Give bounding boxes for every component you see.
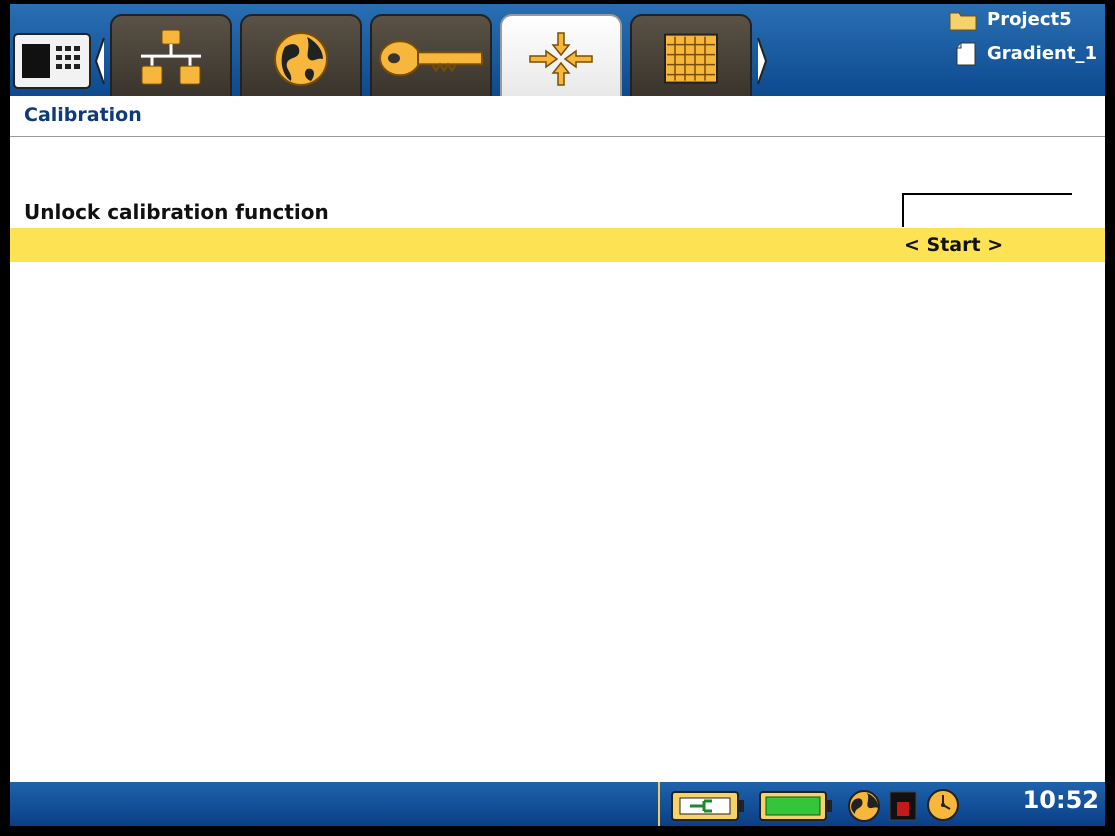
plug-battery-icon — [671, 791, 744, 821]
calibration-arrows-icon — [529, 32, 593, 86]
tab-key[interactable] — [370, 14, 492, 96]
battery-indicator[interactable] — [758, 788, 834, 826]
chevron-right-icon — [757, 37, 768, 85]
chevron-left-icon — [94, 37, 105, 85]
status-divider — [658, 782, 660, 826]
record-indicator[interactable] — [888, 788, 918, 826]
network-status-indicator[interactable] — [846, 788, 884, 826]
tab-table[interactable] — [630, 14, 752, 96]
top-bar: Project5 Gradient_1 — [10, 4, 1105, 96]
tab-globe[interactable] — [240, 14, 362, 96]
scroll-right-arrow[interactable] — [756, 32, 768, 90]
document-icon — [956, 42, 976, 66]
page-title: Calibration — [24, 104, 142, 126]
clock-time: 10:52 — [1022, 786, 1099, 814]
tab-calibration[interactable] — [500, 14, 622, 96]
status-bar: 10:52 — [10, 782, 1105, 826]
record-status-icon — [889, 791, 917, 821]
battery-icon — [759, 791, 832, 821]
project-info: Project5 Gradient_1 — [949, 6, 1097, 68]
file-name: Gradient_1 — [986, 43, 1097, 64]
power-plug-indicator[interactable] — [670, 788, 746, 826]
tab-network[interactable] — [110, 14, 232, 96]
file-row: Gradient_1 — [949, 40, 1097, 68]
network-icon — [141, 29, 201, 85]
clock-icon — [927, 789, 959, 821]
key-icon — [379, 40, 483, 77]
project-row: Project5 — [949, 6, 1097, 34]
grid-table-icon — [664, 33, 718, 84]
scroll-left-arrow[interactable] — [94, 32, 106, 90]
home-device-button[interactable] — [12, 32, 92, 90]
unlock-code-input[interactable] — [902, 193, 1072, 227]
project-name: Project5 — [987, 9, 1072, 30]
page-title-bar: Calibration — [10, 96, 1105, 137]
screen: Project5 Gradient_1 Calibration Unlock c… — [10, 4, 1105, 826]
clock-indicator[interactable] — [926, 788, 960, 826]
device-icon — [13, 33, 91, 89]
globe-status-icon — [848, 790, 880, 822]
folder-icon — [949, 12, 977, 31]
unlock-label: Unlock calibration function — [24, 200, 329, 224]
globe-icon — [274, 32, 328, 86]
start-button[interactable]: < Start > — [904, 234, 1003, 256]
